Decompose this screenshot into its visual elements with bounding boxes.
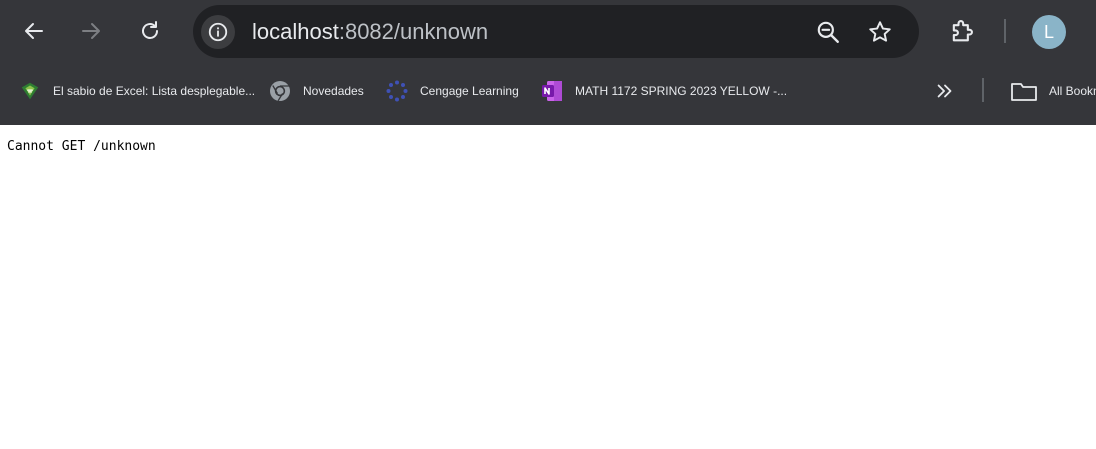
cengage-icon [385, 79, 409, 103]
bookmark-novedades[interactable]: Novedades [268, 78, 364, 104]
address-bar-url[interactable]: localhost:8082/unknown [252, 19, 488, 45]
profile-avatar[interactable]: L [1032, 15, 1066, 49]
bookmarks-divider [982, 78, 984, 102]
back-arrow-icon [25, 23, 43, 39]
all-bookmarks-button[interactable]: All Bookmarks [1010, 78, 1096, 104]
bookmark-label: El sabio de Excel: Lista desplegable... [53, 84, 256, 98]
bookmark-label: Novedades [303, 84, 364, 98]
url-path: :8082/unknown [338, 19, 489, 44]
error-message: Cannot GET /unknown [7, 139, 156, 154]
extensions-button[interactable] [945, 14, 979, 48]
bookmark-star-button[interactable] [866, 18, 894, 46]
reload-icon [142, 21, 158, 39]
star-icon [869, 21, 891, 42]
chrome-icon [268, 79, 292, 103]
zoom-button[interactable] [814, 18, 842, 46]
browser-chrome: localhost:8082/unknown L El sabio de Exc… [0, 0, 1096, 125]
bookmark-cengage[interactable]: Cengage Learning [385, 78, 519, 104]
double-chevron-right-icon [937, 84, 952, 98]
bookmark-math1172[interactable]: MATH 1172 SPRING 2023 YELLOW -... [540, 78, 787, 104]
site-info-button[interactable] [201, 15, 235, 49]
back-button[interactable] [17, 14, 51, 48]
bookmarks-overflow-button[interactable] [934, 78, 956, 104]
puzzle-icon [952, 20, 973, 42]
all-bookmarks-label: All Bookmarks [1049, 84, 1096, 98]
info-icon [208, 22, 228, 42]
bookmark-label: MATH 1172 SPRING 2023 YELLOW -... [575, 84, 788, 98]
forward-button[interactable] [74, 14, 108, 48]
address-bar[interactable]: localhost:8082/unknown [193, 5, 919, 58]
forward-arrow-icon [82, 23, 100, 39]
bookmarks-bar: El sabio de Excel: Lista desplegable... … [0, 62, 1096, 120]
toolbar-divider [1004, 19, 1006, 43]
excel-sabio-icon [18, 79, 42, 103]
zoom-out-icon [817, 21, 839, 43]
folder-icon [1010, 79, 1038, 103]
browser-toolbar: localhost:8082/unknown L [0, 0, 1096, 62]
onenote-icon [540, 79, 564, 103]
url-host: localhost [252, 19, 339, 44]
bookmark-excel-sabio[interactable]: El sabio de Excel: Lista desplegable... [18, 78, 255, 104]
bookmark-label: Cengage Learning [420, 84, 519, 98]
reload-button[interactable] [133, 14, 167, 48]
